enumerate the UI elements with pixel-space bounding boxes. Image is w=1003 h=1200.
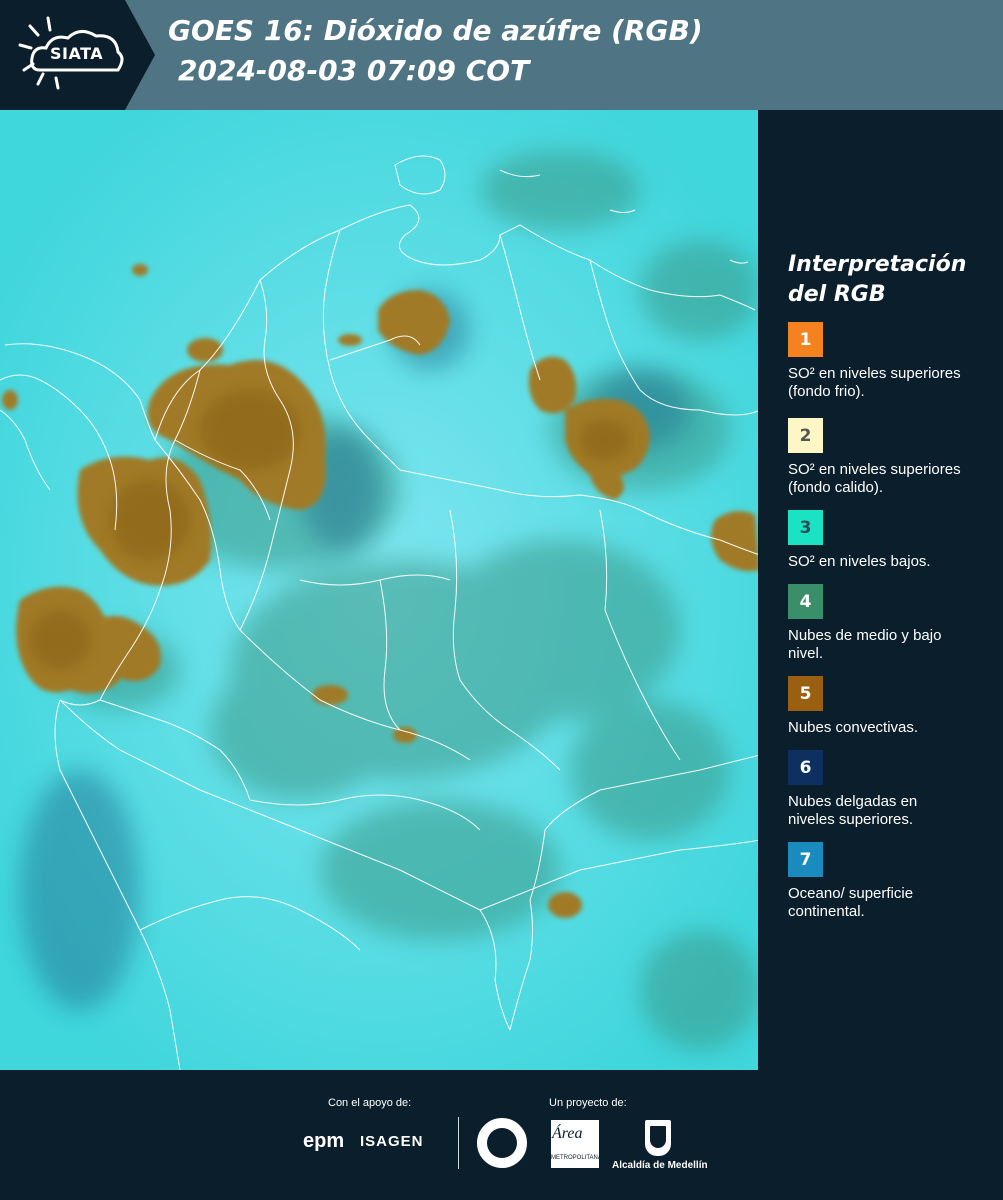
support-label: Con el apoyo de: [328, 1097, 412, 1109]
legend-swatch-7: 7 [788, 842, 823, 877]
legend-item-7: 7 Oceano/ superficie continental. [788, 842, 988, 921]
alcaldia-logo-text: Alcaldía de Medellín [612, 1160, 708, 1171]
legend-swatch-1: 1 [788, 322, 823, 357]
legend-item-5: 5 Nubes convectivas. [788, 676, 988, 737]
page-title: GOES 16: Dióxido de azúfre (RGB) [168, 14, 703, 47]
legend-item-3: 3 SO² en niveles bajos. [788, 510, 988, 571]
epm-logo: epm [303, 1130, 345, 1152]
legend-title-line2: del RGB [788, 282, 886, 307]
universidad-seal-icon [477, 1118, 527, 1168]
legend-item-4: 4 Nubes de medio y bajo nivel. [788, 584, 988, 663]
header: SIATA GOES 16: Dióxido de azúfre (RGB) 2… [0, 0, 1003, 110]
project-label: Un proyecto de: [549, 1097, 627, 1109]
legend-title: Interpretación del RGB [788, 250, 988, 310]
legend-swatch-3: 3 [788, 510, 823, 545]
legend-desc-2: SO² en niveles superiores (fondo calido)… [788, 461, 961, 496]
legend-swatch-5: 5 [788, 676, 823, 711]
siata-logo: SIATA [0, 0, 155, 110]
legend-desc-1: SO² en niveles superiores (fondo frio). [788, 365, 961, 400]
legend-desc-6: Nubes delgadas en niveles superiores. [788, 793, 918, 828]
legend-swatch-2: 2 [788, 418, 823, 453]
alcaldia-shield-icon [645, 1120, 671, 1156]
page-timestamp: 2024-08-03 07:09 COT [178, 54, 530, 87]
legend-item-1: 1 SO² en niveles superiores (fondo frio)… [788, 322, 988, 401]
legend-panel: Interpretación del RGB 1 SO² en niveles … [762, 110, 1003, 1070]
isagen-logo: ISAGEN [360, 1133, 424, 1150]
legend-desc-5: Nubes convectivas. [788, 719, 919, 736]
area-logo-text: Área [552, 1125, 583, 1142]
footer-divider [458, 1117, 459, 1169]
legend-swatch-4: 4 [788, 584, 823, 619]
logo-text: SIATA [50, 44, 104, 63]
legend-desc-7: Oceano/ superficie continental. [788, 885, 914, 920]
legend-swatch-6: 6 [788, 750, 823, 785]
footer: Con el apoyo de: Un proyecto de: epm ISA… [0, 1070, 1003, 1200]
legend-item-6: 6 Nubes delgadas en niveles superiores. [788, 750, 988, 829]
legend-title-line1: Interpretación [788, 252, 967, 277]
legend-desc-3: SO² en niveles bajos. [788, 553, 931, 570]
satellite-map [0, 110, 760, 1070]
satellite-image [0, 110, 758, 1070]
legend-desc-4: Nubes de medio y bajo nivel. [788, 627, 942, 662]
legend-item-2: 2 SO² en niveles superiores (fondo calid… [788, 418, 988, 497]
